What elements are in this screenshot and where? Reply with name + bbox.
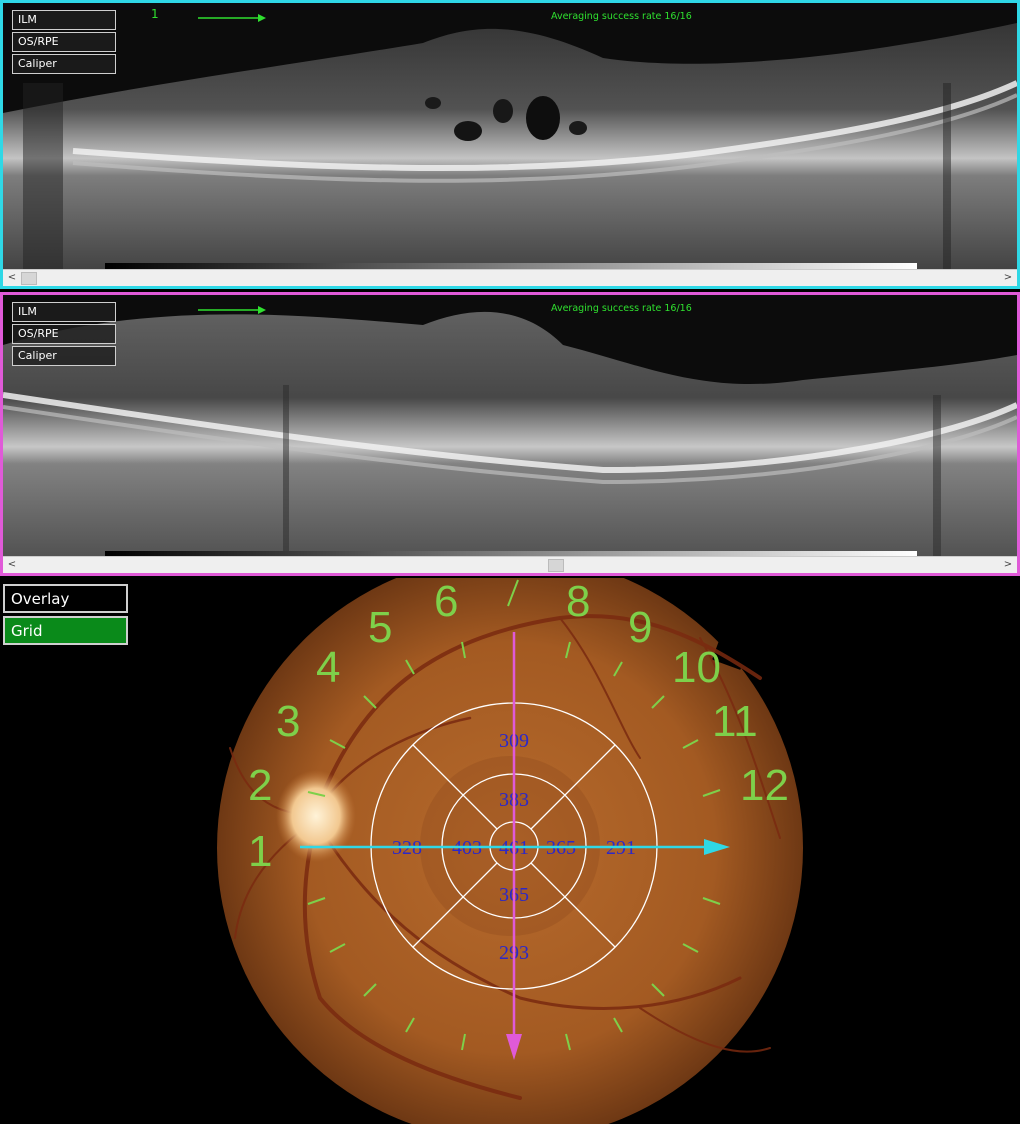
clock-number-1[interactable]: 1 xyxy=(248,827,272,876)
ilm-button[interactable]: ILM xyxy=(12,302,116,322)
clock-number-6[interactable]: 6 xyxy=(434,578,458,626)
ilm-button[interactable]: ILM xyxy=(12,10,116,30)
oct-layer-buttons-top: ILM OS/RPE Caliper xyxy=(12,10,116,76)
oct-scan-vertical[interactable]: ILM OS/RPE Caliper Averaging success rat… xyxy=(0,292,1020,576)
clock-number-8[interactable]: 8 xyxy=(566,578,590,626)
clock-number-3[interactable]: 3 xyxy=(276,697,300,746)
caliper-button[interactable]: Caliper xyxy=(12,54,116,74)
os-rpe-button[interactable]: OS/RPE xyxy=(12,32,116,52)
scroll-thumb[interactable] xyxy=(21,272,37,285)
scroll-right-arrow[interactable]: > xyxy=(1001,271,1015,284)
scroll-right-arrow[interactable]: > xyxy=(1001,558,1015,571)
os-rpe-button[interactable]: OS/RPE xyxy=(12,324,116,344)
scroll-left-arrow[interactable]: < xyxy=(5,558,19,571)
oct-scrollbar-bottom[interactable]: < > xyxy=(3,556,1017,573)
caliper-button[interactable]: Caliper xyxy=(12,346,116,366)
oct-layer-buttons-bottom: ILM OS/RPE Caliper xyxy=(12,302,116,368)
scan-direction-arrow-icon xyxy=(198,14,266,22)
clock-number-2[interactable]: 2 xyxy=(248,761,272,810)
oct-vertical-image xyxy=(3,295,1017,573)
clock-number-9[interactable]: 9 xyxy=(628,603,652,652)
oct-scrollbar-top[interactable]: < > xyxy=(3,269,1017,286)
averaging-status: Averaging success rate 16/16 xyxy=(551,303,692,314)
scroll-thumb[interactable] xyxy=(548,559,564,572)
fundus-panel: 1 2 3 4 5 6 8 9 10 11 12 461 383 403 365… xyxy=(0,578,1020,1124)
clock-number-11[interactable]: 11 xyxy=(712,697,758,746)
clock-number-10[interactable]: 10 xyxy=(672,643,721,692)
frame-number: 1 xyxy=(151,7,159,21)
clock-number-5[interactable]: 5 xyxy=(368,603,392,652)
averaging-status: Averaging success rate 16/16 xyxy=(551,11,692,22)
clock-number-4[interactable]: 4 xyxy=(316,643,340,692)
oct-scan-horizontal[interactable]: ILM OS/RPE Caliper 1 Averaging success r… xyxy=(0,0,1020,289)
scan-direction-arrow-icon xyxy=(198,306,266,314)
clock-number-12[interactable]: 12 xyxy=(740,761,789,810)
overlay-button[interactable]: Overlay xyxy=(3,584,128,613)
oct-horizontal-image xyxy=(3,3,1017,286)
fundus-image[interactable]: 1 2 3 4 5 6 8 9 10 11 12 461 383 403 365… xyxy=(0,578,1020,1124)
fundus-view-buttons: Overlay Grid xyxy=(3,584,128,648)
grid-button[interactable]: Grid xyxy=(3,616,128,645)
scroll-left-arrow[interactable]: < xyxy=(5,271,19,284)
